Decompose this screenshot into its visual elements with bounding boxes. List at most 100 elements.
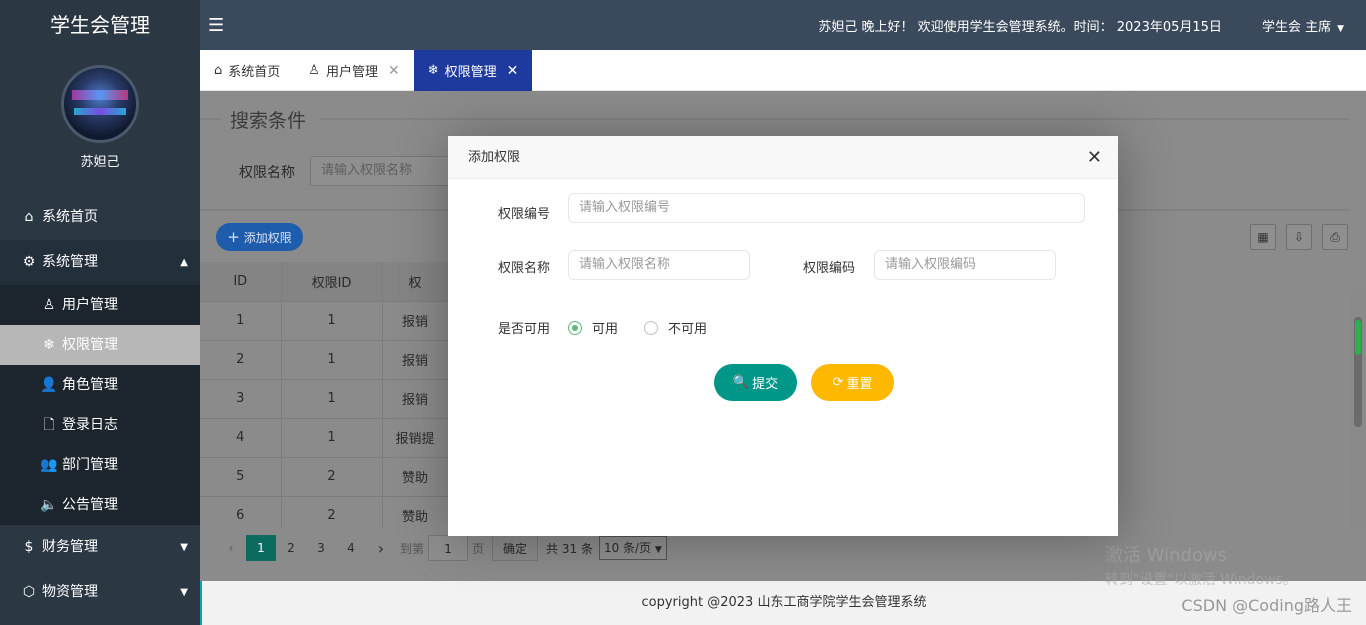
home-icon: ⌂ [214,63,223,78]
page-size-value: 10 条/页 [603,541,652,555]
avatar[interactable] [61,65,139,143]
page-number[interactable]: 2 [276,541,306,555]
user-block: 苏妲己 [0,65,200,195]
sidebar-nav: ⌂ 系统首页 ⚙ 系统管理 ▲ ♙ 用户管理 ❄ 权限管理 👤 角色管理 🗋 登录日志 👥 部门… [0,195,200,615]
sidebar-item-materials[interactable]: ⬡ 物资管理 ▼ [0,570,200,615]
prev-page-icon[interactable]: ‹ [216,541,246,555]
sidebar-item-system[interactable]: ⚙ 系统管理 ▲ [0,240,200,285]
file-icon: 🗋 [43,417,55,433]
box-icon: ⬡ [22,584,36,600]
table-cell: 1 [281,379,383,419]
print-icon[interactable]: ⎙ [1322,224,1348,250]
close-icon[interactable]: ✕ [388,63,400,79]
add-permission-label: 添加权限 [243,230,292,245]
sidebar-item-label: 角色管理 [62,377,118,393]
sidebar-item-label: 物资管理 [42,584,98,600]
sidebar-item-home[interactable]: ⌂ 系统首页 [0,195,200,240]
radio-label: 可用 [592,322,619,337]
caret-down-icon: ▼ [1337,23,1344,34]
table-scrollbar[interactable] [1350,292,1366,528]
add-permission-button[interactable]: + 添加权限 [216,223,303,251]
permission-name-input[interactable]: 请输入权限名称 [568,250,750,280]
role-dropdown[interactable]: 学生会 主席 ▼ [1262,16,1344,35]
page-size-select[interactable]: 10 条/页 ▼ [598,536,667,560]
app-brand: 学生会管理 [0,0,200,50]
sidebar-item-label: 权限管理 [62,337,118,353]
permission-code-input[interactable]: 请输入权限编号 [568,193,1085,223]
table-row[interactable]: 2 1 报销 [200,340,449,380]
tab-users[interactable]: ♙ 用户管理 ✕ [294,50,413,91]
search-icon: 🔍 [732,375,750,390]
goto-page-input[interactable]: 1 [428,535,469,561]
close-icon[interactable]: ✕ [1087,136,1102,179]
gear-icon: ⚙ [22,254,36,270]
table-cell: 报销 [382,379,449,419]
table-row[interactable]: 1 1 报销 [200,301,449,341]
sidebar-item-label: 部门管理 [62,457,118,473]
radio-enabled-no[interactable]: 不可用 [644,318,707,337]
table-cell: 4 [200,418,282,458]
snowflake-icon: ❄ [43,337,55,353]
tab-home[interactable]: ⌂ 系统首页 [200,50,294,91]
table-cell: 5 [200,457,282,497]
permission-key-input[interactable]: 请输入权限编码 [874,250,1056,280]
sidebar-item-label: 公告管理 [62,497,118,513]
table-row[interactable]: 4 1 报销提 [200,418,449,458]
key-label: 权限编码 [803,261,856,276]
speaker-icon: 🔈 [40,497,58,513]
column-header[interactable]: 权限ID [281,262,383,302]
sidebar-item-users[interactable]: ♙ 用户管理 [0,285,200,325]
chevron-down-icon: ▼ [180,542,188,553]
sidebar-item-permissions[interactable]: ❄ 权限管理 [0,325,200,365]
sidebar-item-notices[interactable]: 🔈 公告管理 [0,485,200,525]
menu-toggle-icon[interactable]: ☰ [208,15,228,36]
greeting-text: 苏妲己 晚上好！ 欢迎使用学生会管理系统。时间： 2023年05月15日 [818,19,1222,35]
reset-label: 重置 [846,377,873,392]
modal-title: 添加权限 [468,150,521,165]
page-number-current[interactable]: 1 [246,535,276,561]
tab-label: 用户管理 [325,65,378,80]
columns-icon[interactable]: ▦ [1250,224,1276,250]
table-cell: 3 [200,379,282,419]
column-header[interactable]: ID [200,262,282,302]
next-page-icon[interactable]: › [366,539,396,558]
table-row[interactable]: 3 1 报销 [200,379,449,419]
table-row[interactable]: 5 2 赞助 [200,457,449,497]
table-header-row: ID 权限ID 权 [200,262,449,302]
export-icon[interactable]: ⇩ [1286,224,1312,250]
sidebar-item-departments[interactable]: 👥 部门管理 [0,445,200,485]
sidebar-item-label: 系统首页 [42,209,98,225]
sidebar-item-label: 财务管理 [42,539,98,555]
sidebar-item-finance[interactable]: $ 财务管理 ▼ [0,525,200,570]
table-cell: 1 [281,301,383,341]
goto-confirm-button[interactable]: 确定 [492,535,539,561]
column-header[interactable]: 权 [382,262,449,302]
top-header: ☰ 苏妲己 晚上好！ 欢迎使用学生会管理系统。时间： 2023年05月15日 学… [200,0,1366,50]
chevron-up-icon: ▲ [180,257,188,268]
modal-header: 添加权限 ✕ [448,136,1118,179]
search-input[interactable]: 请输入权限名称 [310,156,455,186]
page-number[interactable]: 3 [306,541,336,555]
table-cell: 1 [200,301,282,341]
table-cell: 2 [200,340,282,380]
home-icon: ⌂ [24,209,34,225]
sidebar-item-roles[interactable]: 👤 角色管理 [0,365,200,405]
tab-bar: ⌂ 系统首页 ♙ 用户管理 ✕ ❄ 权限管理 ✕ [200,50,1366,91]
sidebar-item-label: 系统管理 [42,254,98,270]
enabled-label: 是否可用 [498,322,551,337]
page-number[interactable]: 4 [336,541,366,555]
submit-button[interactable]: 🔍 提交 [714,364,797,401]
radio-unchecked-icon [644,320,658,335]
radio-enabled-yes[interactable]: 可用 [568,318,618,337]
tab-permissions[interactable]: ❄ 权限管理 ✕ [413,50,533,91]
win-line2: 转到"设置"以激活 Windows。 [1105,572,1297,588]
search-legend: 搜索条件 [230,110,307,132]
sidebar-item-label: 用户管理 [62,297,118,313]
chevron-down-icon: ▼ [180,587,188,598]
permissions-table: ID 权限ID 权 1 1 报销 2 1 报销 3 1 报销 4 1 报销提 5 2 赞助 6 2 赞助 [200,262,449,536]
close-icon[interactable]: ✕ [507,63,519,79]
reset-button[interactable]: ⟳ 重置 [811,364,894,401]
page-unit: 页 [472,541,485,556]
sidebar-item-login-log[interactable]: 🗋 登录日志 [0,405,200,445]
group-icon: 👥 [40,457,58,473]
